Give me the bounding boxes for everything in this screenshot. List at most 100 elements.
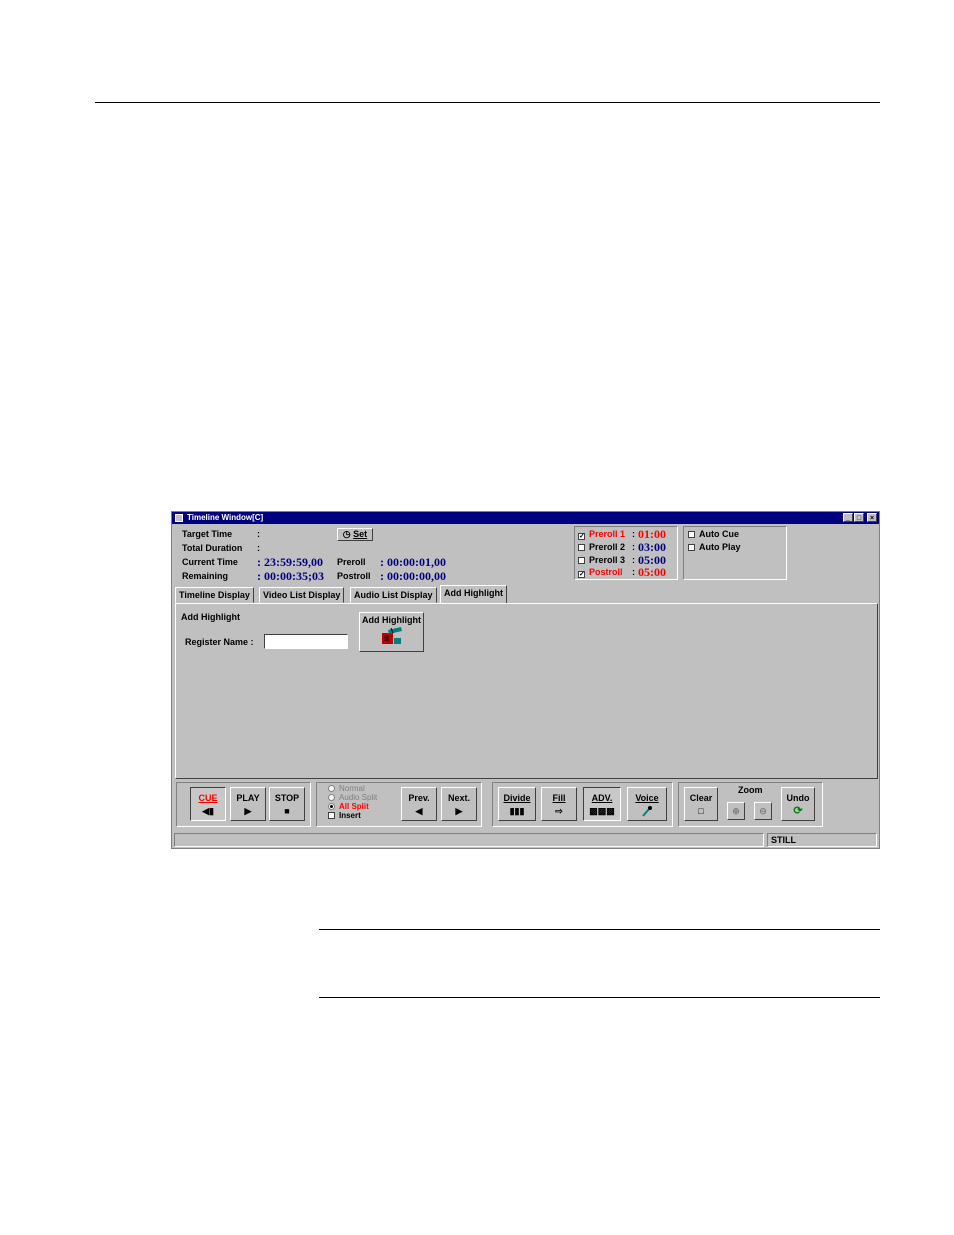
app-icon — [175, 514, 183, 522]
auto-cue-label: Auto Cue — [699, 529, 739, 539]
preroll-label: Preroll — [337, 557, 366, 567]
add-highlight-button-label: Add Highlight — [362, 615, 421, 625]
roll-value-4: 05:00 — [638, 565, 666, 579]
fill-button[interactable]: Fill ⇨ — [541, 787, 577, 821]
target-time-label: Target Time — [182, 529, 233, 539]
play-icon: ▶ — [244, 806, 252, 816]
roll-checkbox-2[interactable] — [578, 544, 585, 551]
highlight-heading: Add Highlight — [181, 612, 240, 622]
divide-button[interactable]: Divide ▮▮▮ — [498, 787, 536, 821]
total-duration-label: Total Duration — [182, 543, 243, 553]
next-button[interactable]: Next. ▶ — [441, 787, 477, 821]
mode-all-split-radio[interactable] — [328, 803, 335, 810]
roll-label-3: Preroll 3 — [589, 555, 626, 565]
roll-row-2[interactable]: Preroll 2 — [578, 542, 625, 552]
add-highlight-panel: Add Highlight Register Name : Add Highli… — [175, 603, 878, 779]
status-mode: STILL — [767, 833, 877, 847]
roll-label-2: Preroll 2 — [589, 542, 626, 552]
mode-all-split-label: All Split — [339, 802, 369, 811]
fill-button-label: Fill — [552, 793, 566, 803]
mode-normal[interactable]: Normal — [328, 784, 365, 793]
restore-button[interactable]: □ — [854, 513, 864, 522]
minimize-button[interactable]: _ — [843, 513, 853, 522]
add-highlight-button[interactable]: Add Highlight — [359, 612, 424, 652]
mode-normal-radio[interactable] — [328, 785, 335, 792]
roll-row-4[interactable]: ✓ Postroll — [578, 567, 623, 578]
note-rule-top — [319, 929, 880, 930]
play-button[interactable]: PLAY ▶ — [230, 787, 266, 821]
postroll-value: : 00:00:00,00 — [380, 569, 446, 583]
divide-icon: ▮▮▮ — [509, 806, 525, 816]
stop-icon: ■ — [284, 806, 290, 816]
top-rule — [95, 102, 880, 103]
target-time-sep: : — [257, 529, 260, 539]
remaining-value: : 00:00:35;03 — [257, 569, 324, 583]
cue-button[interactable]: CUE ◀▮ — [190, 787, 226, 821]
title-bar: Timeline Window[C] _ □ × — [172, 512, 879, 524]
microphone-icon — [642, 806, 652, 817]
mode-insert-checkbox[interactable] — [328, 812, 335, 819]
close-button[interactable]: × — [867, 513, 877, 522]
clapperboard-icon — [381, 627, 402, 644]
zoom-in-icon: ⊕ — [732, 806, 740, 816]
auto-cue-box[interactable] — [688, 531, 695, 538]
mode-all-split[interactable]: All Split — [328, 802, 369, 811]
zoom-label: Zoom — [738, 785, 763, 795]
mode-insert[interactable]: Insert — [328, 811, 361, 820]
undo-icon: ⟳ — [793, 805, 803, 817]
arrow-left-icon: ◀ — [415, 806, 423, 816]
roll-sep-3: : — [632, 555, 635, 565]
adv-icon: ▩▩▩ — [589, 806, 615, 816]
clear-button-label: Clear — [689, 793, 713, 803]
adv-button[interactable]: ADV. ▩▩▩ — [583, 787, 621, 821]
register-name-input[interactable] — [264, 634, 348, 649]
roll-checkbox-1[interactable]: ✓ — [578, 533, 585, 540]
timeline-window: Timeline Window[C] _ □ × Target Time : T… — [171, 511, 880, 849]
adv-button-label: ADV. — [591, 793, 613, 803]
roll-sep-4: : — [632, 567, 635, 577]
status-main — [174, 833, 764, 847]
mode-audio-split-radio[interactable] — [328, 794, 335, 801]
note-rule-bottom — [319, 997, 880, 998]
tab-add-highlight[interactable]: Add Highlight — [440, 585, 507, 604]
zoom-out-button[interactable]: ⊖ — [754, 802, 772, 820]
auto-play-label: Auto Play — [699, 542, 741, 552]
zoom-in-button[interactable]: ⊕ — [727, 802, 745, 820]
next-button-label: Next. — [447, 793, 470, 803]
roll-row-3[interactable]: Preroll 3 — [578, 555, 625, 565]
mode-normal-label: Normal — [339, 784, 365, 793]
tab-timeline-display[interactable]: Timeline Display — [175, 587, 254, 603]
tab-audio-list-display[interactable]: Audio List Display — [350, 587, 437, 603]
window-title: Timeline Window[C] — [187, 513, 264, 522]
auto-play-checkbox[interactable]: Auto Play — [688, 542, 741, 552]
roll-sep-2: : — [632, 542, 635, 552]
remaining-label: Remaining — [182, 571, 229, 581]
roll-sep-1: : — [632, 529, 635, 539]
set-button[interactable]: ◷ Set — [337, 528, 373, 541]
undo-button[interactable]: Undo ⟳ — [781, 787, 815, 821]
roll-label-1: Preroll 1 — [589, 529, 626, 539]
current-time-label: Current Time — [182, 557, 238, 567]
divide-button-label: Divide — [503, 793, 531, 803]
skip-back-icon: ◀▮ — [202, 806, 214, 816]
voice-button-label: Voice — [635, 793, 659, 803]
prev-button[interactable]: Prev. ◀ — [401, 787, 437, 821]
status-bar: STILL — [174, 833, 877, 847]
voice-button[interactable]: Voice — [627, 787, 667, 821]
auto-cue-checkbox[interactable]: Auto Cue — [688, 529, 739, 539]
fill-icon: ⇨ — [555, 806, 563, 816]
stop-button[interactable]: STOP ■ — [269, 787, 305, 821]
tab-video-list-display[interactable]: Video List Display — [259, 587, 345, 603]
clear-button[interactable]: Clear □ — [684, 787, 718, 821]
set-button-label: Set — [353, 529, 368, 539]
mode-audio-split[interactable]: Audio Split — [328, 793, 377, 802]
auto-play-box[interactable] — [688, 544, 695, 551]
roll-row-1[interactable]: ✓ Preroll 1 — [578, 529, 625, 540]
zoom-out-icon: ⊖ — [759, 806, 767, 816]
undo-button-label: Undo — [786, 793, 810, 803]
roll-checkbox-3[interactable] — [578, 557, 585, 564]
play-button-label: PLAY — [236, 793, 260, 803]
new-document-icon: □ — [698, 806, 704, 816]
postroll-label: Postroll — [337, 571, 371, 581]
roll-checkbox-4[interactable]: ✓ — [578, 571, 585, 578]
